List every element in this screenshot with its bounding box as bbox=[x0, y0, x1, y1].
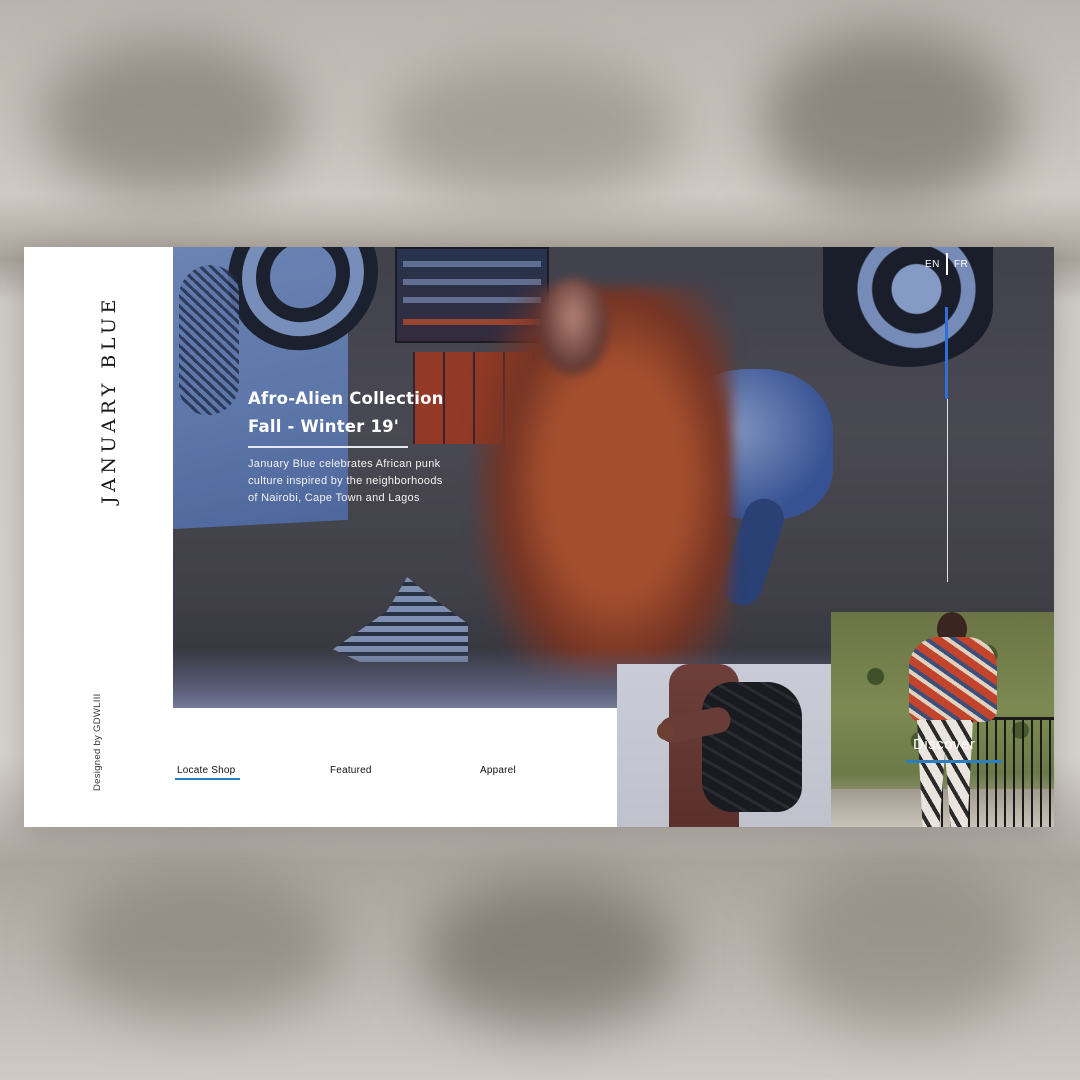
model-jacket-image bbox=[909, 637, 997, 722]
nav-featured[interactable]: Featured bbox=[330, 765, 372, 776]
sidebar: JANUARY BLUE Designed by GDWLIII bbox=[24, 247, 173, 827]
discover-button[interactable]: Discover bbox=[913, 736, 975, 753]
nav-locate-shop[interactable]: Locate Shop bbox=[177, 765, 235, 776]
language-option-en[interactable]: EN bbox=[925, 259, 940, 270]
nav-apparel[interactable]: Apparel bbox=[480, 765, 516, 776]
scroll-thumb[interactable] bbox=[945, 307, 948, 399]
title-divider bbox=[248, 446, 408, 448]
designer-credit: Designed by GDWLIII bbox=[92, 693, 103, 791]
landing-page-frame: JANUARY BLUE Designed by GDWLIII Afro-Al… bbox=[24, 247, 1054, 827]
brand-logo[interactable]: JANUARY BLUE bbox=[98, 295, 120, 505]
language-switcher: EN FR bbox=[925, 253, 968, 275]
collection-title-line1: Afro-Alien Collection bbox=[248, 389, 444, 408]
backpack-image bbox=[702, 682, 802, 812]
collection-title: Afro-Alien Collection Fall - Winter 19' bbox=[248, 385, 548, 441]
language-separator bbox=[945, 253, 948, 275]
discover-underline bbox=[906, 760, 1002, 763]
product-tile-backpack[interactable] bbox=[617, 664, 831, 827]
collection-title-line2: Fall - Winter 19' bbox=[248, 417, 400, 436]
collection-description: January Blue celebrates African punk cul… bbox=[248, 458, 443, 504]
discover-tile[interactable]: Discover bbox=[831, 612, 1054, 827]
nav-active-underline bbox=[175, 778, 240, 780]
language-option-fr[interactable]: FR bbox=[954, 259, 968, 270]
